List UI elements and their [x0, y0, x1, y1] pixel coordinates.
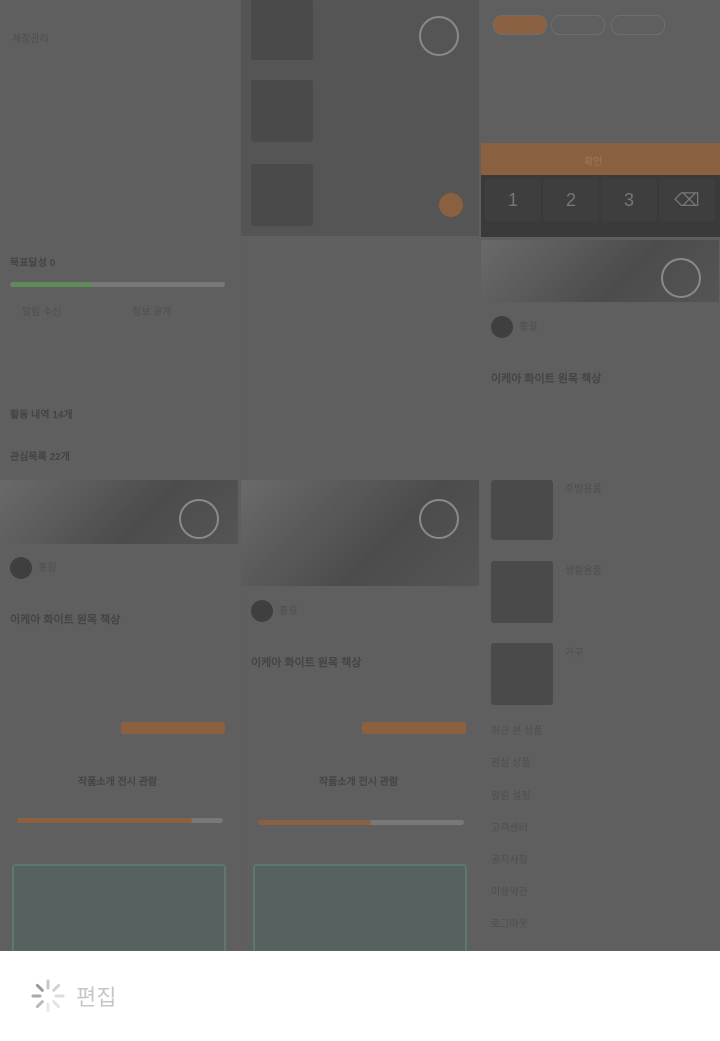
option-b: 정보 공개	[132, 307, 172, 318]
card-progress-track	[258, 820, 464, 825]
accent-block	[121, 722, 225, 734]
avatar	[10, 557, 32, 579]
menu-row: 알림 설정	[491, 791, 531, 802]
menu-row: 최근 본 상품	[491, 726, 543, 737]
add-icon	[439, 193, 463, 217]
product-thumb	[251, 164, 313, 226]
loading-spinner-icon	[419, 16, 459, 56]
item-thumb	[491, 643, 553, 705]
map-thumbnail	[12, 864, 226, 951]
product-thumb	[251, 80, 313, 142]
filter-chip-active	[493, 15, 547, 35]
row-2-label: 관심목록 22개	[10, 452, 70, 463]
progress-track	[10, 282, 225, 287]
loading-spinner-icon	[31, 979, 65, 1013]
item-thumb	[491, 561, 553, 623]
keypad-key: 2	[543, 179, 599, 221]
row-1-label: 활동 내역 14개	[10, 410, 73, 421]
menu-row: 고객센터	[491, 823, 528, 834]
menu-row: 이용약관	[491, 887, 528, 898]
item-name: 생활용품	[565, 566, 602, 577]
card-title: 작품소개 전시 관람	[319, 777, 399, 788]
card-progress-fill	[17, 818, 193, 823]
loading-spinner-icon	[179, 499, 219, 539]
menu-row: 공지사항	[491, 855, 528, 866]
author-name: 홍길	[38, 563, 57, 574]
backspace-icon: ⌫	[659, 179, 715, 221]
avatar	[491, 316, 513, 338]
card-progress-fill	[258, 820, 372, 825]
loading-spinner-icon	[419, 499, 459, 539]
preview-column-3: 확인 1 2 3 ⌫ 홍길 이케아 화이트 원목 책상 주방용품 생활용품 가구…	[481, 0, 720, 951]
post-title: 이케아 화이트 원목 책상	[251, 657, 362, 669]
card-title: 작품소개 전시 관람	[78, 777, 158, 788]
author-name: 홍길	[279, 606, 298, 617]
menu-row: 관심 상품	[491, 758, 531, 769]
item-thumb	[491, 480, 553, 540]
filter-chip	[551, 15, 605, 35]
loading-overlay-background: 계정관리 목표달성 0 알림 수신 정보 공개 활동 내역 14개 관심목록 2…	[0, 0, 720, 951]
menu-row-label: 계정관리	[12, 34, 49, 45]
edit-label: 편집	[76, 985, 117, 1010]
progress-fill	[10, 282, 92, 287]
loading-spinner-icon	[661, 258, 701, 298]
edit-button[interactable]: 편집	[30, 978, 116, 1014]
confirm-bar: 확인	[481, 143, 720, 175]
map-thumbnail	[253, 864, 467, 951]
item-name: 주방용품	[565, 484, 602, 495]
post-title: 이케아 화이트 원목 책상	[10, 614, 121, 626]
progress-label: 목표달성 0	[10, 258, 56, 269]
keypad-key: 3	[601, 179, 657, 221]
author-name: 홍길	[519, 322, 538, 333]
post-title: 이케아 화이트 원목 책상	[491, 373, 602, 385]
confirm-button-label: 확인	[584, 157, 603, 168]
keypad-key: 1	[485, 179, 541, 221]
card-progress-track	[17, 818, 223, 823]
menu-row: 로그아웃	[491, 919, 528, 930]
option-a: 알림 수신	[22, 307, 62, 318]
accent-block	[362, 722, 466, 734]
keypad: 1 2 3 ⌫	[481, 175, 720, 237]
preview-column-1: 계정관리 목표달성 0 알림 수신 정보 공개 활동 내역 14개 관심목록 2…	[0, 0, 240, 951]
item-name: 가구	[565, 648, 584, 659]
avatar	[251, 600, 273, 622]
filter-chip	[611, 15, 665, 35]
product-thumb	[251, 0, 313, 60]
preview-column-2: 홍길 이케아 화이트 원목 책상 작품소개 전시 관람	[241, 0, 481, 951]
